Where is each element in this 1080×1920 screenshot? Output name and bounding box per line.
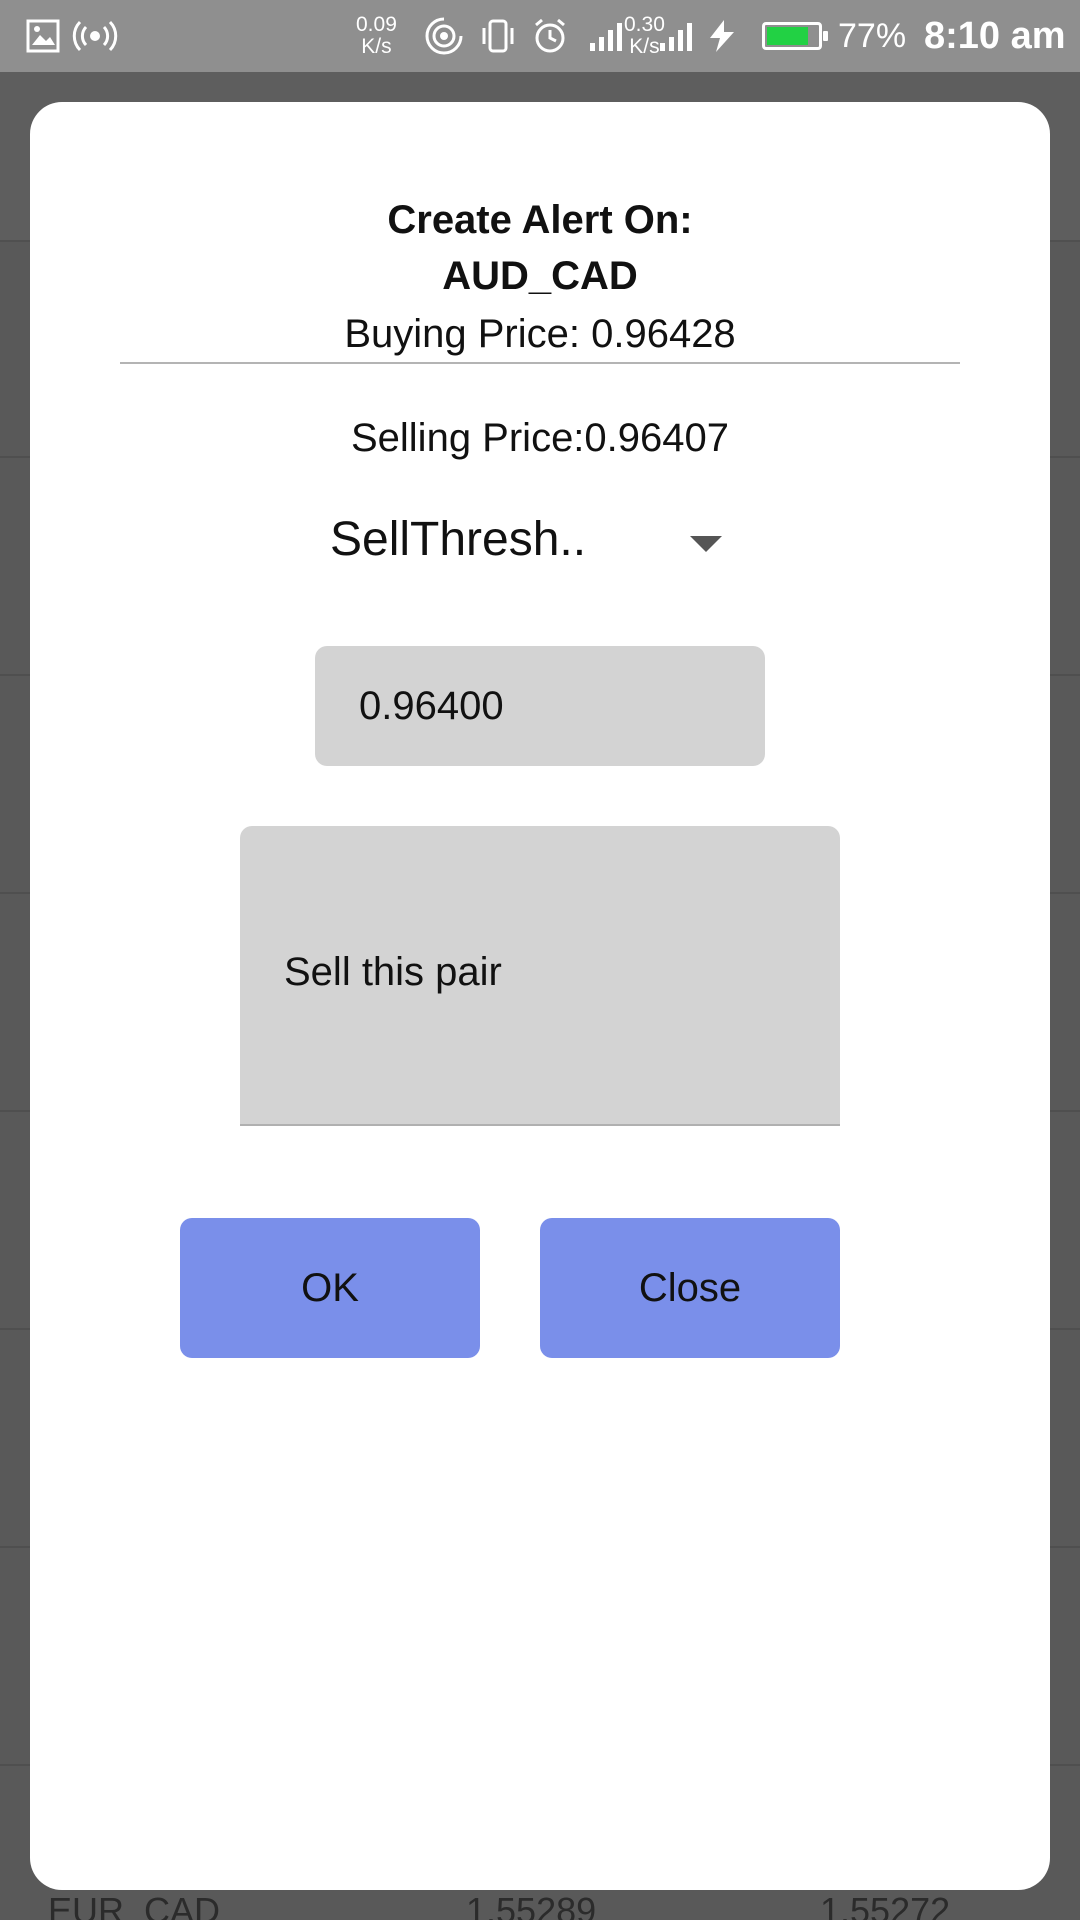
net-speed-value: 0.09 [356,13,397,36]
net-speed2-unit: K/s [629,35,660,58]
bg-row-sell: 1.55272 [820,1890,951,1920]
charging-bolt-icon [702,0,742,72]
dialog-title: Create Alert On: [387,198,693,242]
dropdown-arrow-icon [690,536,722,552]
status-bar: 0.09 K/s 0.30 K/s 77% 8:10 am [0,0,1080,72]
threshold-input[interactable] [315,646,765,766]
divider [120,362,960,364]
vibrate-icon [478,0,518,72]
net-speed2-value: 0.30 [624,13,665,36]
alert-type-selected: SellThresh.. [330,513,587,566]
alarm-icon [530,0,570,72]
close-button[interactable]: Close [540,1218,840,1358]
clock: 8:10 am [924,14,1066,57]
buying-price: Buying Price: 0.96428 [344,312,736,356]
bg-row-buy: 1.55289 [466,1890,597,1920]
hotspot-broadcast-icon [72,0,118,72]
battery-fill [767,27,808,45]
dialog-pair-name: AUD_CAD [442,254,638,298]
network-speed-indicator-2: 0.30 K/s [624,0,665,72]
alert-message-text: Sell this pair [284,950,502,994]
battery-percent: 77% [838,16,907,55]
net-speed-unit: K/s [361,35,392,58]
bg-row-pair: EUR_CAD [48,1890,221,1920]
gallery-notification-icon [26,0,60,72]
signal-strength-icon [590,0,626,72]
battery-icon [762,0,828,72]
create-alert-dialog: Create Alert On: AUD_CAD Buying Price: 0… [30,102,1050,1890]
network-speed-indicator: 0.09 K/s [356,0,397,72]
alert-message-field[interactable]: Sell this pair [240,826,840,1126]
alert-type-dropdown[interactable]: SellThresh.. [330,502,750,586]
selling-price: Selling Price:0.96407 [350,416,730,460]
ok-button[interactable]: OK [180,1218,480,1358]
signal-strength-icon-2 [660,0,696,72]
hotspot-icon [424,0,464,72]
